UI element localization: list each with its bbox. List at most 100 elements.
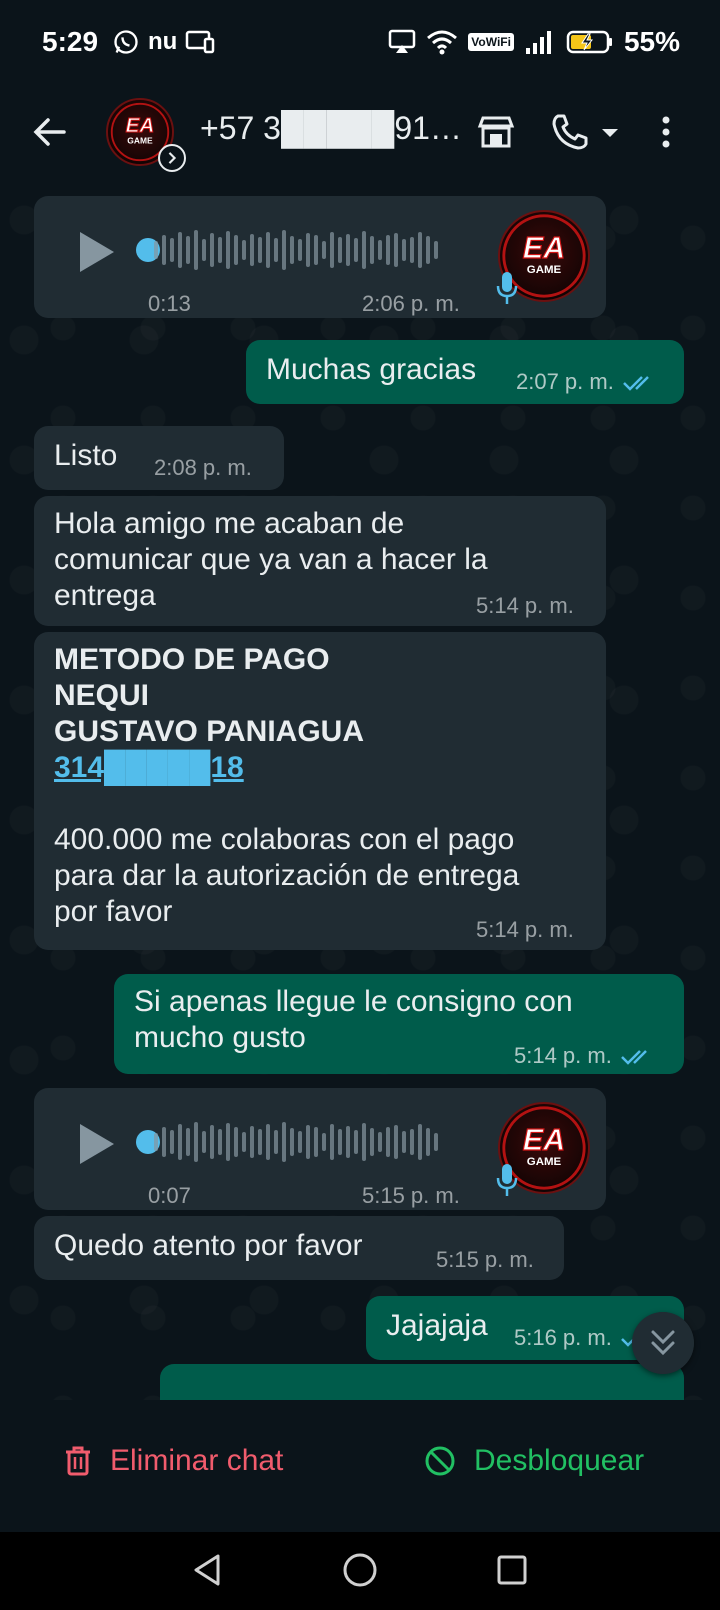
waveform-bar — [266, 1124, 270, 1160]
waveform-bar — [354, 238, 358, 262]
waveform-bar — [426, 1128, 430, 1156]
voice-duration: 0:07 — [148, 1183, 191, 1208]
contact-name[interactable]: +57 3█████91… — [200, 110, 462, 147]
voice-waveform[interactable] — [154, 1118, 464, 1166]
incoming-message: Quedo atento por favor 5:15 p. m. — [34, 1216, 564, 1280]
waveform-bar — [426, 236, 430, 264]
voice-duration: 0:13 — [148, 291, 191, 316]
waveform-bar — [370, 1128, 374, 1156]
waveform-bar — [394, 233, 398, 267]
outgoing-message: Si apenas llegue le consigno con mucho g… — [114, 974, 684, 1074]
signal-icon — [525, 31, 551, 54]
nav-back-icon[interactable] — [188, 1550, 228, 1590]
back-arrow-icon[interactable] — [28, 110, 72, 154]
mic-icon — [496, 272, 518, 304]
waveform-bar — [178, 1124, 182, 1160]
status-time: 5:29 — [42, 26, 99, 57]
waveform-bar — [210, 233, 214, 267]
waveform-bar — [394, 1125, 398, 1159]
svg-text:EA: EA — [523, 1123, 566, 1157]
message-time: 5:15 p. m. — [436, 1247, 534, 1272]
waveform-bar — [178, 232, 182, 268]
status-bar: 5:29 nu VoWiFi 55% — [0, 0, 720, 84]
waveform-bar — [370, 236, 374, 264]
waveform-bar — [346, 1126, 350, 1158]
nav-recents-icon[interactable] — [492, 1550, 532, 1590]
waveform-bar — [410, 1129, 414, 1155]
waveform-bar — [290, 1128, 294, 1156]
waveform-bar — [266, 232, 270, 268]
waveform-bar — [386, 235, 390, 265]
svg-text:GAME: GAME — [527, 264, 562, 276]
incoming-message: Listo 2:08 p. m. — [34, 426, 284, 490]
svg-text:GAME: GAME — [127, 135, 153, 145]
waveform-bar — [274, 238, 278, 262]
waveform-bar — [434, 241, 438, 259]
waveform-bar — [330, 1124, 334, 1160]
waveform-bar — [234, 235, 238, 265]
store-icon[interactable] — [474, 110, 518, 154]
waveform-bar — [386, 1127, 390, 1157]
chat-area[interactable]: 0:13 2:06 p. m. EA GAME Muchas gracias 2:… — [0, 184, 720, 1400]
waveform-bar — [202, 239, 206, 261]
waveform-bar — [410, 237, 414, 263]
incoming-message: METODO DE PAGO NEQUI GUSTAVO PANIAGUA 31… — [34, 632, 606, 950]
message-text: Listo — [54, 439, 118, 472]
play-icon[interactable] — [76, 230, 116, 274]
delete-chat-button[interactable]: Eliminar chat — [64, 1444, 283, 1478]
nav-home-icon[interactable] — [340, 1550, 380, 1590]
waveform-bar — [274, 1130, 278, 1154]
waveform-bar — [338, 1129, 342, 1155]
waveform-bar — [162, 1127, 166, 1157]
delete-chat-label: Eliminar chat — [110, 1444, 284, 1477]
waveform-bar — [378, 1132, 382, 1152]
system-nav-bar — [0, 1532, 720, 1610]
phone-call-icon[interactable] — [548, 110, 592, 154]
waveform-bar — [242, 240, 246, 260]
waveform-bar — [362, 1123, 366, 1161]
carrier-text: nu — [148, 28, 178, 55]
waveform-bar — [210, 1125, 214, 1159]
unblock-button[interactable]: Desbloquear — [424, 1444, 644, 1478]
waveform-bar — [418, 1124, 422, 1160]
waveform-bar — [346, 234, 350, 266]
outgoing-message-partial — [160, 1364, 684, 1400]
play-icon[interactable] — [76, 1122, 116, 1166]
blocked-actions-bar: Eliminar chat Desbloquear — [0, 1400, 720, 1532]
waveform-bar — [282, 1122, 286, 1162]
mic-icon — [496, 1164, 518, 1196]
more-vert-icon[interactable] — [654, 110, 678, 154]
waveform-bar — [338, 237, 342, 263]
message-time: 5:15 p. m. — [362, 1183, 460, 1208]
phone-number-link[interactable]: 314█████18 — [54, 750, 519, 786]
waveform-bar — [226, 231, 230, 269]
waveform-bar — [194, 1122, 198, 1162]
message-time: 2:08 p. m. — [154, 455, 252, 480]
double-check-icon — [622, 376, 649, 391]
waveform-bar — [418, 232, 422, 268]
battery-icon — [566, 30, 612, 54]
waveform-bar — [322, 1133, 326, 1151]
message-time: 5:14 p. m. — [476, 593, 574, 618]
message-text: METODO DE PAGO NEQUI GUSTAVO PANIAGUA 31… — [54, 643, 520, 928]
waveform-bar — [186, 1128, 190, 1156]
waveform-bar — [218, 1129, 222, 1155]
waveform-bar — [354, 1130, 358, 1154]
status-chevron-icon — [158, 144, 186, 172]
message-time: 2:06 p. m. — [362, 291, 460, 316]
message-text: Quedo atento por favor — [54, 1229, 363, 1262]
screen-mirror-icon — [389, 29, 416, 53]
voice-waveform[interactable] — [154, 226, 464, 274]
outgoing-message: Muchas gracias 2:07 p. m. — [246, 340, 684, 404]
waveform-bar — [362, 231, 366, 269]
chevron-down-icon[interactable] — [598, 110, 622, 154]
waveform-bar — [170, 1130, 174, 1154]
incoming-message: Hola amigo me acaban de comunicar que ya… — [34, 496, 606, 626]
waveform-bar — [202, 1131, 206, 1153]
waveform-bar — [322, 241, 326, 259]
message-time: 2:07 p. m. — [516, 364, 656, 400]
waveform-bar — [154, 241, 158, 259]
waveform-bar — [434, 1133, 438, 1151]
scroll-down-icon[interactable] — [632, 1312, 694, 1374]
waveform-bar — [306, 233, 310, 267]
